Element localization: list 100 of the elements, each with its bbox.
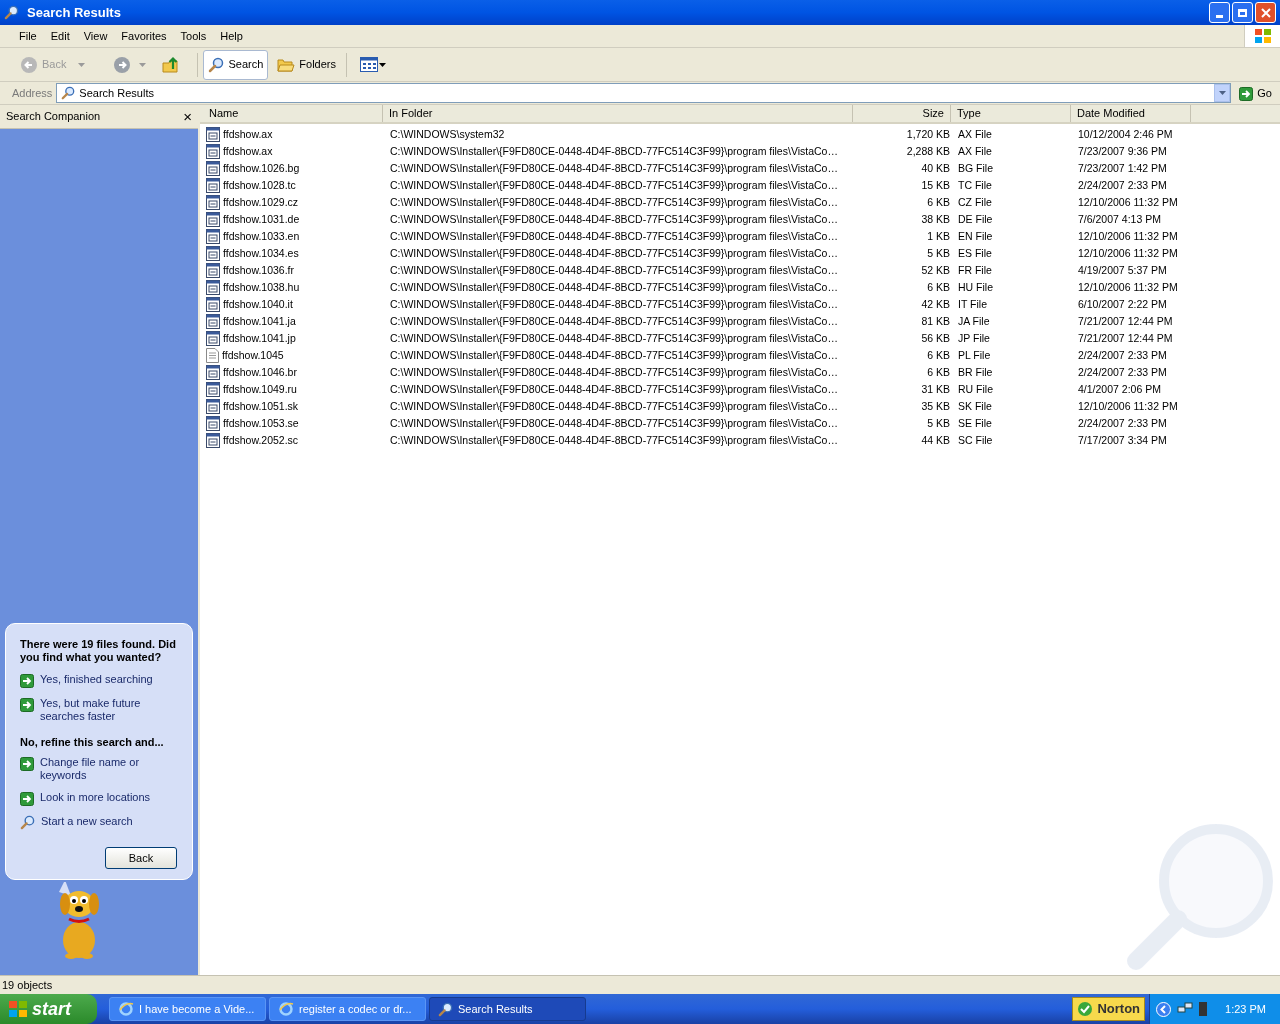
file-name[interactable]: ffdshow.1041.jp: [223, 330, 296, 347]
system-file-icon: [206, 314, 220, 329]
table-cell-text: CZ File: [958, 194, 992, 210]
table-cell-text: 31 KB: [921, 381, 950, 397]
file-name[interactable]: ffdshow.1040.it: [223, 296, 293, 313]
table-cell-text: 12/10/2006 11:32 PM: [1078, 279, 1178, 295]
file-name[interactable]: ffdshow.ax: [223, 143, 273, 160]
companion-link[interactable]: Change file name or keywords: [40, 756, 178, 782]
table-cell-text: 7/17/2007 3:34 PM: [1078, 432, 1167, 448]
table-cell-text: AX File: [958, 143, 992, 159]
system-file-icon: [206, 229, 220, 244]
companion-link[interactable]: Yes, finished searching: [40, 672, 153, 686]
search-button[interactable]: Search: [203, 49, 269, 80]
file-name[interactable]: ffdshow.1034.es: [223, 245, 299, 262]
file-name[interactable]: ffdshow.1041.ja: [223, 313, 296, 330]
table-cell-text: 1,720 KB: [906, 126, 950, 142]
arrow-icon: [20, 673, 34, 688]
file-name[interactable]: ffdshow.1046.br: [223, 364, 297, 381]
taskbar-button[interactable]: I have become a Vide...: [109, 997, 266, 1021]
refine-heading: No, refine this search and...: [20, 734, 165, 750]
file-name[interactable]: ffdshow.1026.bg: [223, 160, 300, 177]
go-button[interactable]: Go: [1235, 84, 1276, 102]
results-message: There were 19 files found. Did you find what you wanted?: [20, 637, 177, 664]
menu-item[interactable]: View: [76, 26, 115, 46]
clock: 1:23 PM: [1225, 1001, 1266, 1017]
table-cell-text: 35 KB: [921, 398, 950, 414]
table-cell-text: C:\WINDOWS\Installer\{F9FD80CE-0448-4D4F-8BCD-77FC514C3F99}\program files\VistaCo…: [390, 415, 838, 431]
table-cell-text: 38 KB: [921, 211, 950, 227]
table-cell-text: 12/10/2006 11:32 PM: [1078, 228, 1178, 244]
file-name[interactable]: ffdshow.1028.tc: [223, 177, 296, 194]
file-name[interactable]: ffdshow.1033.en: [223, 228, 300, 245]
taskbar-button[interactable]: Search Results: [429, 997, 586, 1021]
file-name[interactable]: ffdshow.1051.sk: [223, 398, 299, 415]
table-cell-text: EN File: [958, 228, 993, 244]
column-header[interactable]: Name: [203, 105, 383, 122]
companion-link[interactable]: Start a new search: [41, 815, 133, 828]
table-cell-text: JA File: [958, 313, 990, 329]
window-title: Search Results: [27, 3, 121, 22]
menu-item[interactable]: File: [12, 26, 44, 46]
table-cell-text: C:\WINDOWS\Installer\{F9FD80CE-0448-4D4F-8BCD-77FC514C3F99}\program files\VistaCo…: [390, 262, 838, 278]
arrow-icon: [1239, 86, 1254, 101]
taskbar-button[interactable]: register a codec or dr...: [269, 997, 426, 1021]
table-cell-text: C:\WINDOWS\Installer\{F9FD80CE-0448-4D4F-8BCD-77FC514C3F99}\program files\VistaCo…: [390, 432, 838, 448]
search-window-icon: [4, 5, 19, 20]
column-header[interactable]: Type: [951, 105, 1071, 122]
start-button[interactable]: start: [0, 994, 97, 1024]
table-cell-text: 81 KB: [921, 313, 950, 329]
address-label: Address: [12, 85, 53, 101]
dropdown-button[interactable]: [1214, 84, 1231, 102]
minimize-button[interactable]: [1209, 2, 1230, 23]
arrow-icon: [20, 757, 34, 771]
file-name[interactable]: ffdshow.1049.ru: [223, 381, 297, 398]
search-icon: [20, 815, 35, 830]
file-name[interactable]: ffdshow.1053.se: [223, 415, 299, 432]
column-header[interactable]: In Folder: [383, 105, 853, 122]
address-field[interactable]: Search Results: [56, 83, 1232, 103]
file-name[interactable]: ffdshow.1036.fr: [223, 262, 295, 279]
system-file-icon: [206, 161, 220, 176]
browser-icon: [278, 1001, 294, 1017]
companion-link[interactable]: Yes, but make future searches faster: [40, 696, 178, 723]
file-name[interactable]: ffdshow.1029.cz: [223, 194, 299, 211]
file-name[interactable]: ffdshow.ax: [223, 126, 273, 143]
table-cell-text: C:\WINDOWS\Installer\{F9FD80CE-0448-4D4F-8BCD-77FC514C3F99}\program files\VistaCo…: [390, 279, 838, 295]
column-header[interactable]: Size: [853, 105, 951, 122]
companion-link[interactable]: Look in more locations: [40, 791, 151, 804]
column-header[interactable]: Date Modified: [1071, 105, 1191, 122]
back-button[interactable]: Back: [105, 847, 177, 869]
system-file-icon: [206, 331, 220, 346]
system-file-icon: [206, 297, 220, 312]
table-cell-text: 2/24/2007 2:33 PM: [1078, 347, 1167, 363]
caret-icon: [1218, 91, 1226, 95]
close-button[interactable]: [1255, 2, 1276, 23]
folders-button[interactable]: Folders: [272, 49, 341, 80]
views-grid-icon: [360, 57, 378, 72]
table-cell-text: C:\WINDOWS\Installer\{F9FD80CE-0448-4D4F-8BCD-77FC514C3F99}\program files\VistaCo…: [390, 296, 838, 312]
table-cell-text: RU File: [958, 381, 993, 397]
menu-item[interactable]: Edit: [43, 26, 77, 46]
table-cell-text: C:\WINDOWS\Installer\{F9FD80CE-0448-4D4F-8BCD-77FC514C3F99}\program files\VistaCo…: [390, 211, 838, 227]
system-file-icon: [206, 246, 220, 261]
text-file-icon: [206, 348, 219, 363]
file-name[interactable]: ffdshow.1038.hu: [223, 279, 300, 296]
table-cell-text: FR File: [958, 262, 992, 278]
system-file-icon: [206, 127, 220, 142]
restore-button[interactable]: [1232, 2, 1253, 23]
chevron-left-icon: [1156, 1001, 1172, 1017]
menu-item[interactable]: Help: [213, 26, 250, 46]
table-cell-text: 6 KB: [927, 364, 950, 380]
table-cell-text: 7/21/2007 12:44 PM: [1078, 313, 1173, 329]
file-name[interactable]: ffdshow.1031.de: [223, 211, 300, 228]
menu-item[interactable]: Tools: [173, 26, 214, 46]
table-cell-text: 10/12/2004 2:46 PM: [1078, 126, 1173, 142]
file-name[interactable]: ffdshow.1045: [222, 347, 284, 364]
table-cell-text: HU File: [958, 279, 993, 295]
windows-flag-icon: [8, 1000, 28, 1018]
arrow-icon: [20, 792, 34, 806]
file-name[interactable]: ffdshow.2052.sc: [223, 432, 299, 449]
norton-button[interactable]: Norton: [1072, 997, 1146, 1021]
menu-item[interactable]: Favorites: [114, 26, 174, 46]
close-pane-button[interactable]: ×: [183, 109, 192, 124]
table-cell-text: C:\WINDOWS\Installer\{F9FD80CE-0448-4D4F-8BCD-77FC514C3F99}\program files\VistaCo…: [390, 381, 838, 397]
